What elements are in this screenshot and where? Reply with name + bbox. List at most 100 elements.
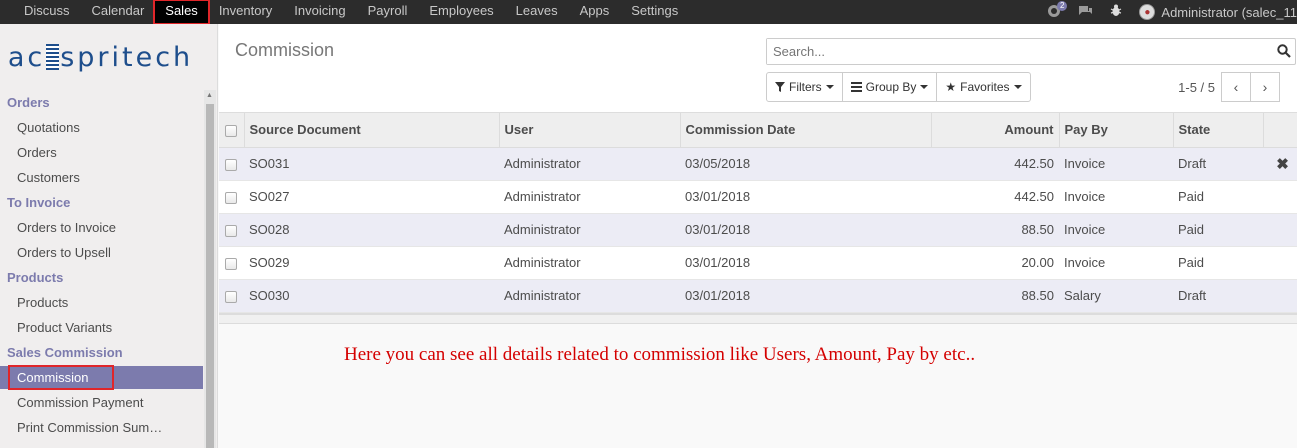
- filters-label: Filters: [789, 80, 822, 94]
- delete-row-icon[interactable]: ✖: [1263, 147, 1297, 181]
- cell-source-document: SO028: [244, 213, 499, 247]
- pager-next-button[interactable]: ›: [1250, 72, 1280, 102]
- chat-icon[interactable]: [1078, 4, 1093, 20]
- cell-state: Paid: [1173, 246, 1263, 280]
- sidebar-item-quotations[interactable]: Quotations: [0, 115, 203, 140]
- menu-inventory[interactable]: Inventory: [208, 0, 283, 24]
- search-input[interactable]: [767, 39, 1257, 64]
- chevron-left-icon: ‹: [1233, 79, 1239, 95]
- menu-payroll[interactable]: Payroll: [357, 0, 419, 24]
- activity-icon[interactable]: 2: [1047, 0, 1068, 21]
- table-row[interactable]: SO028 Administrator 03/01/2018 88.50 Inv…: [219, 213, 1297, 247]
- table-row[interactable]: SO031 Administrator 03/05/2018 442.50 In…: [219, 147, 1297, 181]
- column-commission-date[interactable]: Commission Date: [680, 113, 932, 148]
- row-checkbox-cell[interactable]: [219, 213, 244, 247]
- row-action-cell: [1263, 213, 1297, 247]
- menu-leaves[interactable]: Leaves: [505, 0, 569, 24]
- cell-pay-by: Invoice: [1059, 246, 1173, 280]
- sidebar-item-product-variants[interactable]: Product Variants: [0, 315, 203, 340]
- select-all-checkbox[interactable]: [219, 113, 245, 148]
- caret-down-icon: [1013, 85, 1022, 89]
- column-actions: [1263, 113, 1297, 148]
- menu-sales[interactable]: Sales: [153, 0, 210, 25]
- pager: 1-5 / 5 ‹ ›: [1178, 72, 1280, 102]
- checkbox[interactable]: [225, 124, 237, 137]
- search-box: [766, 38, 1296, 65]
- sidebar-item-commission-payment[interactable]: Commission Payment: [0, 390, 203, 415]
- app-menu: Discuss Calendar Sales Inventory Invoici…: [0, 0, 689, 25]
- sidebar-scroll-thumb[interactable]: [206, 104, 214, 448]
- cell-source-document: SO027: [244, 180, 499, 214]
- sidebar-item-customers[interactable]: Customers: [0, 165, 203, 190]
- debug-bug-icon[interactable]: [1110, 4, 1122, 20]
- scroll-up-arrow-icon[interactable]: ▲: [206, 92, 213, 99]
- cell-amount: 88.50: [931, 213, 1059, 247]
- commission-list: Source Document User Commission Date Amo…: [219, 112, 1297, 324]
- filters-button[interactable]: Filters: [766, 72, 843, 102]
- section-to-invoice: To Invoice: [7, 195, 71, 210]
- activity-badge: 2: [1056, 0, 1068, 11]
- checkbox[interactable]: [225, 257, 237, 270]
- pager-previous-button[interactable]: ‹: [1221, 72, 1251, 102]
- column-amount[interactable]: Amount: [931, 113, 1060, 148]
- cell-commission-date: 03/01/2018: [680, 279, 931, 313]
- active-item-wrapper: Commission: [0, 365, 217, 390]
- menu-invoicing[interactable]: Invoicing: [283, 0, 356, 24]
- cell-amount: 442.50: [931, 180, 1059, 214]
- list-icon: [850, 82, 862, 92]
- group-by-label: Group By: [865, 80, 917, 94]
- table-row[interactable]: SO027 Administrator 03/01/2018 442.50 In…: [219, 180, 1297, 214]
- menu-settings[interactable]: Settings: [620, 0, 689, 24]
- sidebar-item-orders-to-invoice[interactable]: Orders to Invoice: [0, 215, 203, 240]
- row-checkbox-cell[interactable]: [219, 279, 244, 313]
- menu-calendar[interactable]: Calendar: [81, 0, 156, 24]
- cell-user: Administrator: [499, 246, 680, 280]
- cell-user: Administrator: [499, 213, 680, 247]
- row-checkbox-cell[interactable]: [219, 246, 244, 280]
- section-products: Products: [7, 270, 64, 285]
- row-action-cell: [1263, 246, 1297, 280]
- logo-text-right: spritech: [60, 41, 194, 73]
- menu-apps[interactable]: Apps: [569, 0, 621, 24]
- caret-down-icon: [825, 85, 834, 89]
- row-checkbox-cell[interactable]: [219, 180, 244, 214]
- pager-value[interactable]: 1-5 / 5: [1178, 80, 1215, 95]
- user-avatar[interactable]: ●: [1139, 4, 1156, 20]
- column-pay-by[interactable]: Pay By: [1059, 113, 1174, 148]
- column-user[interactable]: User: [499, 113, 681, 148]
- section-sales-commission: Sales Commission: [7, 345, 123, 360]
- sidebar-item-print-commission-summary[interactable]: Print Commission Sum…: [0, 415, 203, 440]
- menu-discuss[interactable]: Discuss: [13, 0, 81, 24]
- cell-pay-by: Salary: [1059, 279, 1173, 313]
- table-header-row: Source Document User Commission Date Amo…: [219, 113, 1297, 148]
- row-checkbox-cell[interactable]: [219, 147, 244, 181]
- sidebar-item-orders-to-upsell[interactable]: Orders to Upsell: [0, 240, 203, 265]
- column-state[interactable]: State: [1173, 113, 1264, 148]
- caret-down-icon: [920, 85, 929, 89]
- sidebar-item-products[interactable]: Products: [0, 290, 203, 315]
- table-row[interactable]: SO030 Administrator 03/01/2018 88.50 Sal…: [219, 279, 1297, 313]
- table-row[interactable]: SO029 Administrator 03/01/2018 20.00 Inv…: [219, 246, 1297, 280]
- column-source-document[interactable]: Source Document: [244, 113, 500, 148]
- checkbox[interactable]: [225, 290, 237, 303]
- cell-user: Administrator: [499, 147, 680, 181]
- favorites-label: Favorites: [960, 80, 1010, 94]
- cell-pay-by: Invoice: [1059, 213, 1173, 247]
- search-icon[interactable]: [1277, 44, 1291, 58]
- sidebar-scrollbar[interactable]: ▲: [204, 90, 216, 448]
- search-options: Filters Group By ★ Favorites: [766, 72, 1031, 102]
- cell-amount: 20.00: [931, 246, 1059, 280]
- user-menu[interactable]: Administrator (salec_11: [1161, 5, 1297, 20]
- sidebar-item-orders[interactable]: Orders: [0, 140, 203, 165]
- favorites-button[interactable]: ★ Favorites: [936, 72, 1031, 102]
- menu-employees[interactable]: Employees: [418, 0, 504, 24]
- cell-amount: 88.50: [931, 279, 1059, 313]
- group-by-button[interactable]: Group By: [841, 72, 938, 102]
- checkbox[interactable]: [225, 224, 237, 237]
- sidebar-item-commission[interactable]: Commission: [8, 365, 114, 390]
- annotation-note: Here you can see all details related to …: [344, 344, 976, 365]
- main-content: Commission Filters Group By ★ Favorites …: [219, 24, 1297, 448]
- checkbox[interactable]: [225, 191, 237, 204]
- cell-pay-by: Invoice: [1059, 180, 1173, 214]
- checkbox[interactable]: [225, 158, 237, 171]
